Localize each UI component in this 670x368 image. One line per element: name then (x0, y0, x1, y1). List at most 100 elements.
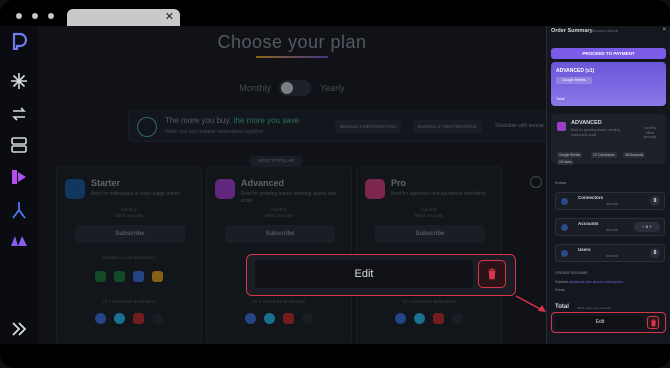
order-total-label: Total (555, 304, 569, 310)
bundle-chip[interactable]: BUNDLE 2 DESTINATIONS (335, 120, 402, 133)
billing-toggle[interactable] (279, 80, 312, 96)
merge-icon[interactable] (10, 201, 28, 219)
bigquery-icon[interactable] (245, 313, 256, 324)
stepper-value: 0 (645, 224, 649, 229)
order-summary-panel: Order Summary Advanced annual × PROCEED … (546, 26, 670, 344)
plan-name: Starter (91, 178, 121, 188)
summary-plan-desc: Best for growing teams needing speed and… (571, 128, 621, 137)
close-icon[interactable]: × (662, 27, 666, 33)
pro-plan-icon (365, 179, 385, 199)
window-dot[interactable] (48, 13, 54, 19)
snowflake-icon[interactable] (10, 72, 28, 90)
excel-icon[interactable] (114, 271, 125, 282)
add-icon[interactable] (302, 313, 313, 324)
connector-icon (561, 198, 568, 205)
extras-label: Extras (555, 180, 567, 185)
extra-count[interactable]: 0 (650, 248, 660, 258)
plan-description: Best for individuals or early-stage team… (91, 191, 180, 197)
snowflake-dest-icon[interactable] (264, 313, 275, 324)
window-dot[interactable] (16, 13, 22, 19)
delete-button-zoomed[interactable] (478, 260, 506, 288)
plan-description: Best for agencies and advanced marketing (391, 191, 486, 197)
sync-arrows-icon[interactable] (10, 105, 28, 123)
snowflake-dest-icon[interactable] (414, 313, 425, 324)
extra-accounts: Accounts /ea each − 0 + (555, 218, 665, 236)
summary-plan-name: ADVANCED (571, 120, 602, 126)
extra-name: Accounts (578, 221, 599, 226)
enterprise-destination: Or 1 enterprise destination (402, 299, 456, 304)
trash-icon (650, 319, 657, 327)
feature-tag: Google Sheets (557, 152, 583, 158)
subtotal-plan: advanced plan annual subscription (568, 280, 623, 284)
make-logo-icon[interactable] (10, 231, 28, 249)
order-total-note: billed yearly, tax excluded (577, 306, 612, 310)
looker-icon[interactable] (133, 271, 144, 282)
window-dot[interactable] (32, 13, 38, 19)
bundle-chip[interactable]: BUNDLE 3+ DESTINATIONS (413, 120, 482, 133)
extra-price: /ea each (606, 254, 619, 258)
brand-logo-icon[interactable] (10, 32, 28, 50)
total-label: Total (556, 96, 565, 101)
panel-subtitle: Advanced annual (591, 29, 619, 33)
extra-name: Connectors (578, 195, 604, 200)
tab-close-icon[interactable]: ✕ (165, 10, 174, 23)
extra-users: Users /ea each 0 (555, 244, 665, 262)
add-icon[interactable] (152, 313, 163, 324)
add-icon[interactable] (452, 313, 463, 324)
subscribe-button[interactable]: Subscribe (225, 225, 335, 243)
enterprise-destination: Or 1 enterprise destination (252, 299, 306, 304)
trash-icon (488, 268, 496, 280)
resume-extras: Extras (555, 288, 565, 292)
enterprise-icons (57, 313, 201, 324)
stats-app-icon[interactable] (10, 168, 28, 186)
extra-count[interactable]: 0 (650, 196, 660, 206)
plan-name: Advanced (241, 178, 285, 188)
subscribe-button[interactable]: Subscribe (375, 225, 485, 243)
expand-sidebar-icon[interactable] (10, 320, 28, 338)
bigquery-icon[interactable] (95, 313, 106, 324)
extra-price: /ea each (606, 228, 619, 232)
redshift-icon[interactable] (433, 313, 444, 324)
redshift-icon[interactable] (283, 313, 294, 324)
title-underline (256, 56, 328, 58)
powerbi-icon[interactable] (152, 271, 163, 282)
feature-tag: 1/7 Connectors (591, 152, 617, 158)
yearly-label[interactable]: Yearly (320, 83, 345, 93)
snowflake-dest-icon[interactable] (114, 313, 125, 324)
most-popular-badge: MOST POPULAR (249, 156, 303, 166)
account-icon (561, 224, 568, 231)
plan-description: Best for growing teams needing speed and… (241, 191, 337, 204)
bigquery-icon[interactable] (395, 313, 406, 324)
delete-button[interactable] (647, 316, 659, 329)
redshift-icon[interactable] (133, 313, 144, 324)
plan-billing: monthly billed annually (414, 207, 444, 218)
plan-page: Choose your plan Monthly Yearly The more… (38, 26, 546, 344)
browser-tab[interactable]: ✕ (67, 9, 180, 26)
server-icon[interactable] (10, 136, 28, 154)
resume-subtotal: Subtotal advanced plan annual subscripti… (555, 280, 623, 284)
extra-connectors: Connectors /ea each 0 (555, 192, 665, 210)
panel-title: Order Summary (551, 28, 593, 34)
included-destinations: Includes 1 core destination (102, 255, 156, 260)
sheets-icon[interactable] (95, 271, 106, 282)
stackable-note: Stackable with annual (495, 123, 544, 129)
feature-tag: 3/5 Accounts (623, 152, 646, 158)
proceed-to-payment-button[interactable]: PROCEED TO PAYMENT (551, 48, 666, 59)
plan-summary: ADVANCED Best for growing teams needing … (551, 114, 666, 165)
promo-headline: The more you buy, the more you save (165, 116, 299, 125)
edit-button-zoomed[interactable]: Edit (255, 260, 473, 288)
monthly-label[interactable]: Monthly (239, 83, 271, 93)
summary-billing: monthly billed annually (643, 126, 657, 139)
enterprise-destination: Or 1 enterprise destination (102, 299, 156, 304)
quantity-stepper[interactable]: − 0 + (634, 222, 660, 232)
selected-plan-card: ADVANCED (x1) Google Sheets Total (551, 62, 666, 106)
subscribe-button[interactable]: Subscribe (75, 225, 185, 243)
page-title: Choose your plan (217, 32, 367, 52)
sidebar (0, 26, 38, 344)
edit-button[interactable]: Edit (556, 316, 644, 329)
extra-name: Users (578, 247, 591, 252)
app-window: ✕ Choose your plan Monthly Yearly The mo… (0, 0, 670, 368)
advanced-plan-icon (557, 122, 566, 131)
enterprise-icons (357, 313, 501, 324)
enterprise-icons (207, 313, 351, 324)
